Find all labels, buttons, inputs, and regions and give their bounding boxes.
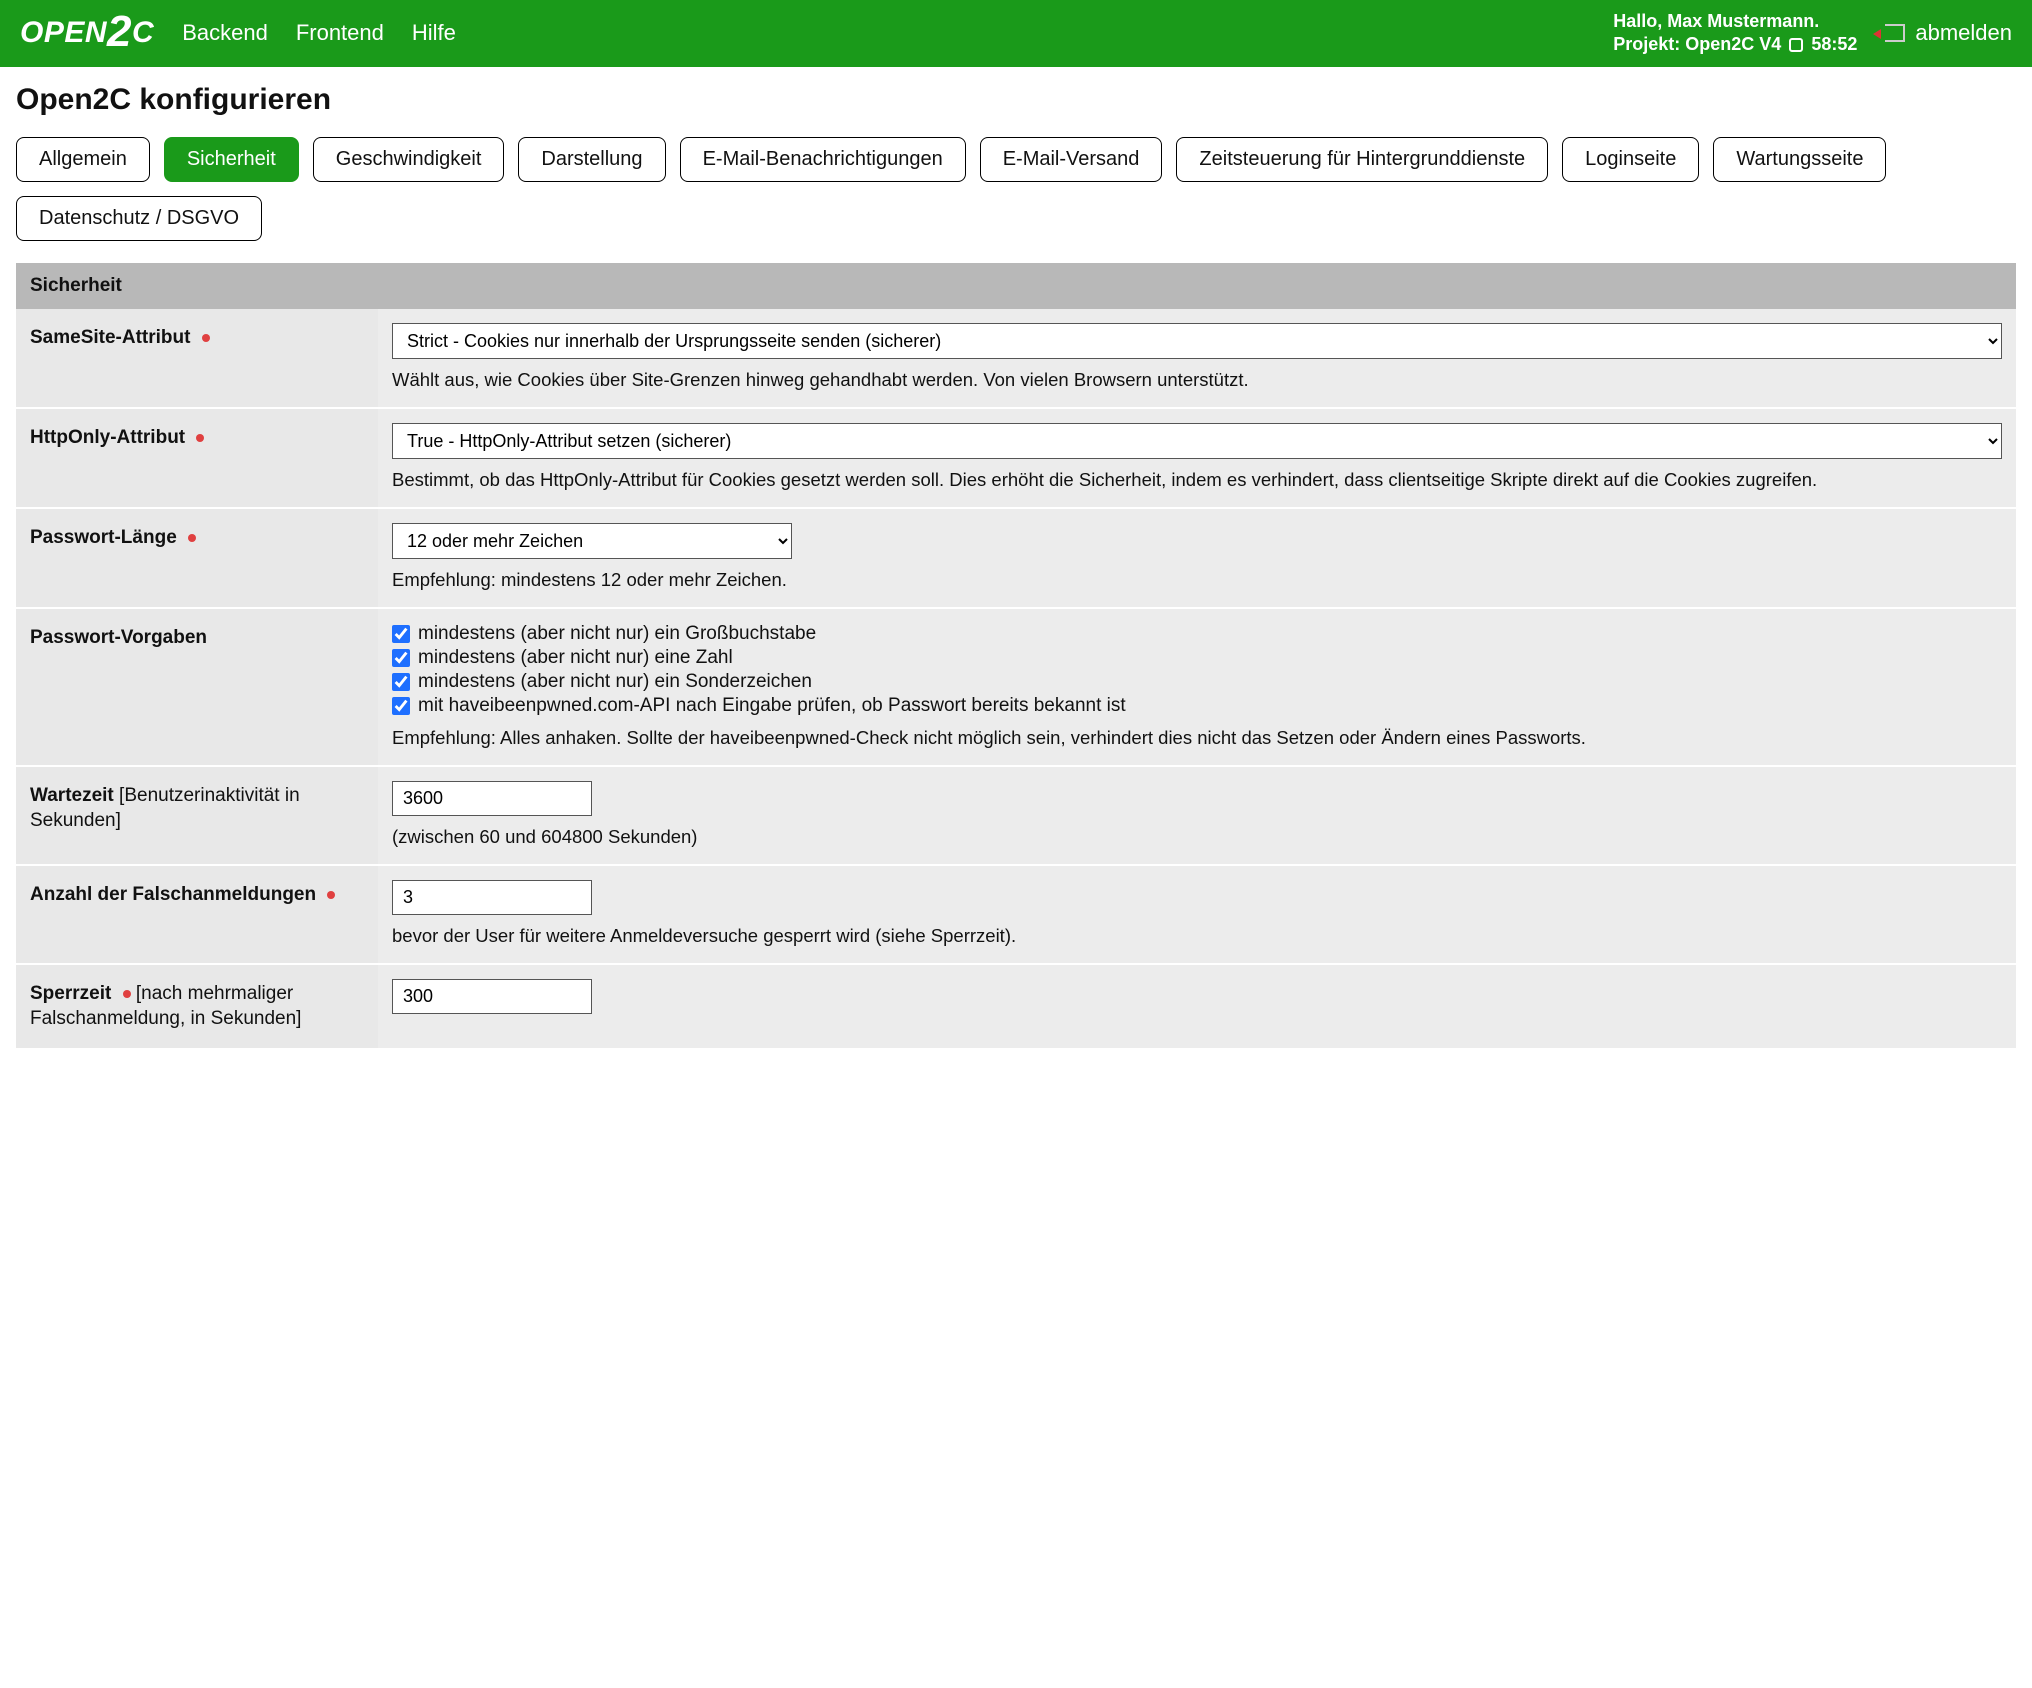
label-wait: Wartezeit [Benutzerinaktivität in Sekund… — [16, 767, 378, 864]
check-special[interactable]: mindestens (aber nicht nur) ein Sonderze… — [392, 671, 2002, 693]
required-dot-icon — [196, 434, 204, 442]
row-httponly: HttpOnly-Attribut True - HttpOnly-Attrib… — [16, 409, 2016, 509]
label-httponly-text: HttpOnly-Attribut — [30, 427, 185, 448]
label-fails-text: Anzahl der Falschanmeldungen — [30, 884, 316, 905]
tab-zeitsteuerung[interactable]: Zeitsteuerung für Hintergrunddienste — [1176, 137, 1548, 182]
checkbox-hibp[interactable] — [392, 697, 410, 715]
logo: OPEN2C — [20, 16, 154, 50]
row-samesite: SameSite-Attribut Strict - Cookies nur i… — [16, 309, 2016, 409]
help-httponly: Bestimmt, ob das HttpOnly-Attribut für C… — [392, 469, 2002, 491]
help-pwrules: Empfehlung: Alles anhaken. Sollte der ha… — [392, 727, 2002, 749]
help-fails: bevor der User für weitere Anmeldeversuc… — [392, 925, 2002, 947]
check-special-label: mindestens (aber nicht nur) ein Sonderze… — [418, 671, 812, 693]
tab-loginseite[interactable]: Loginseite — [1562, 137, 1699, 182]
row-pwlen: Passwort-Länge 12 oder mehr Zeichen Empf… — [16, 509, 2016, 609]
label-httponly: HttpOnly-Attribut — [16, 409, 378, 507]
tab-geschwindigkeit[interactable]: Geschwindigkeit — [313, 137, 505, 182]
tabs: Allgemein Sicherheit Geschwindigkeit Dar… — [16, 137, 2016, 241]
checkbox-special[interactable] — [392, 673, 410, 691]
tab-darstellung[interactable]: Darstellung — [518, 137, 665, 182]
input-lock[interactable] — [392, 979, 592, 1014]
required-dot-icon — [202, 334, 210, 342]
required-dot-icon — [188, 534, 196, 542]
nav-backend[interactable]: Backend — [182, 20, 268, 46]
check-hibp-label: mit haveibeenpwned.com-API nach Eingabe … — [418, 695, 1126, 717]
label-pwrules: Passwort-Vorgaben — [16, 609, 378, 765]
check-number-label: mindestens (aber nicht nur) eine Zahl — [418, 647, 733, 669]
help-wait: (zwischen 60 und 604800 Sekunden) — [392, 826, 2002, 848]
session-timer: 58:52 — [1811, 33, 1857, 56]
nav-frontend[interactable]: Frontend — [296, 20, 384, 46]
greeting: Hallo, Max Mustermann. — [1613, 10, 1857, 33]
tab-wartungsseite[interactable]: Wartungsseite — [1713, 137, 1886, 182]
label-pwlen: Passwort-Länge — [16, 509, 378, 607]
tab-datenschutz[interactable]: Datenschutz / DSGVO — [16, 196, 262, 241]
logo-prefix: OPEN — [20, 16, 107, 49]
check-number[interactable]: mindestens (aber nicht nur) eine Zahl — [392, 647, 2002, 669]
logout-icon — [1885, 24, 1905, 42]
row-pwrules: Passwort-Vorgaben mindestens (aber nicht… — [16, 609, 2016, 767]
nav-hilfe[interactable]: Hilfe — [412, 20, 456, 46]
check-uppercase[interactable]: mindestens (aber nicht nur) ein Großbuch… — [392, 623, 2002, 645]
label-samesite-text: SameSite-Attribut — [30, 327, 190, 348]
help-samesite: Wählt aus, wie Cookies über Site-Grenzen… — [392, 369, 2002, 391]
check-uppercase-label: mindestens (aber nicht nur) ein Großbuch… — [418, 623, 816, 645]
logo-suffix: C — [132, 16, 154, 49]
label-lock-text: Sperrzeit — [30, 983, 111, 1004]
row-lock: Sperrzeit [nach mehrmaliger Falschanmeld… — [16, 965, 2016, 1050]
project-label: Projekt: Open2C V4 — [1613, 33, 1781, 56]
label-pwrules-text: Passwort-Vorgaben — [30, 627, 207, 648]
select-httponly[interactable]: True - HttpOnly-Attribut setzen (sichere… — [392, 423, 2002, 459]
checkbox-number[interactable] — [392, 649, 410, 667]
label-samesite: SameSite-Attribut — [16, 309, 378, 407]
select-pwlen[interactable]: 12 oder mehr Zeichen — [392, 523, 792, 559]
input-fails[interactable] — [392, 880, 592, 915]
checkbox-uppercase[interactable] — [392, 625, 410, 643]
row-fails: Anzahl der Falschanmeldungen bevor der U… — [16, 866, 2016, 965]
logo-big: 2 — [107, 7, 132, 56]
section-header: Sicherheit — [16, 263, 2016, 309]
logout-button[interactable]: abmelden — [1885, 20, 2012, 46]
label-fails: Anzahl der Falschanmeldungen — [16, 866, 378, 963]
label-lock: Sperrzeit [nach mehrmaliger Falschanmeld… — [16, 965, 378, 1048]
input-wait[interactable] — [392, 781, 592, 816]
label-pwlen-text: Passwort-Länge — [30, 527, 177, 548]
select-samesite[interactable]: Strict - Cookies nur innerhalb der Urspr… — [392, 323, 2002, 359]
tab-email-benachrichtigungen[interactable]: E-Mail-Benachrichtigungen — [680, 137, 966, 182]
check-hibp[interactable]: mit haveibeenpwned.com-API nach Eingabe … — [392, 695, 2002, 717]
logout-label: abmelden — [1915, 20, 2012, 46]
timer-icon — [1789, 38, 1803, 52]
user-info: Hallo, Max Mustermann. Projekt: Open2C V… — [1613, 10, 1857, 57]
required-dot-icon — [123, 990, 131, 998]
help-pwlen: Empfehlung: mindestens 12 oder mehr Zeic… — [392, 569, 2002, 591]
tab-email-versand[interactable]: E-Mail-Versand — [980, 137, 1163, 182]
tab-sicherheit[interactable]: Sicherheit — [164, 137, 299, 182]
label-wait-text: Wartezeit — [30, 785, 114, 806]
row-wait: Wartezeit [Benutzerinaktivität in Sekund… — [16, 767, 2016, 866]
required-dot-icon — [327, 891, 335, 899]
page-title: Open2C konfigurieren — [16, 83, 2016, 117]
topbar: OPEN2C Backend Frontend Hilfe Hallo, Max… — [0, 0, 2032, 67]
tab-allgemein[interactable]: Allgemein — [16, 137, 150, 182]
